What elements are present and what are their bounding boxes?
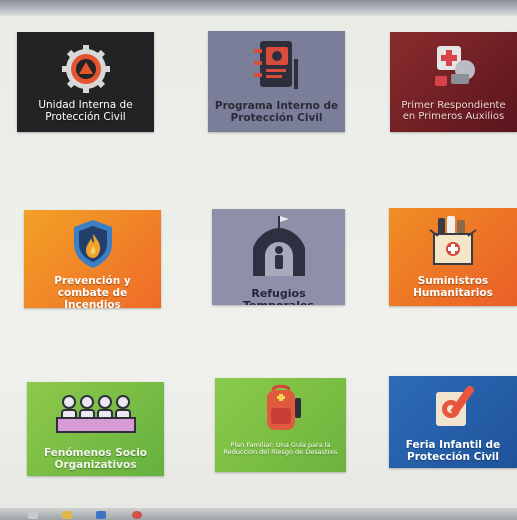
tile-label: Programa Interno de Protección Civil bbox=[214, 100, 339, 124]
tile-feria-infantil[interactable]: Feria Infantil de Protección Civil bbox=[389, 376, 517, 468]
pencil-card-icon bbox=[436, 386, 474, 426]
taskbar-app-icon[interactable] bbox=[96, 511, 106, 519]
crowd-icon bbox=[55, 395, 136, 433]
notebook-icon bbox=[253, 41, 298, 89]
tile-label: Suministros Humanitarios bbox=[413, 275, 493, 299]
taskbar-app-icon[interactable] bbox=[62, 511, 72, 519]
tile-programa-interno[interactable]: Programa Interno de Protección Civil bbox=[208, 31, 345, 132]
tile-fenomenos[interactable]: Fenómenos Socio Organizativos bbox=[27, 382, 164, 476]
tile-suministros[interactable]: Suministros Humanitarios bbox=[389, 208, 517, 306]
os-taskbar bbox=[0, 508, 517, 520]
gear-warning-icon bbox=[61, 45, 110, 93]
tile-primer-respondiente[interactable]: Primer Respondiente en Primeros Auxilios bbox=[390, 32, 517, 132]
tile-refugios-temporales[interactable]: Refugios Temporales bbox=[212, 209, 345, 305]
tile-label: Fenómenos Socio Organizativos bbox=[43, 447, 148, 471]
tile-unidad-interna[interactable]: Unidad Interna de Protección Civil bbox=[17, 32, 154, 132]
tile-plan-familiar[interactable]: Plan Familiar: Una Guía para la Reducció… bbox=[215, 378, 346, 472]
browser-top-bar bbox=[0, 0, 517, 16]
backpack-icon bbox=[266, 384, 301, 430]
tile-label: Feria Infantil de Protección Civil bbox=[405, 439, 501, 463]
tile-prevencion-incendios[interactable]: Prevención y combate de Incendios bbox=[24, 210, 161, 308]
tile-label: Primer Respondiente en Primeros Auxilios bbox=[401, 100, 506, 123]
shelter-icon bbox=[252, 216, 305, 276]
tile-label: Refugios Temporales bbox=[243, 287, 314, 305]
taskbar-app-icon[interactable] bbox=[132, 511, 142, 519]
tile-label: Unidad Interna de Protección Civil bbox=[38, 99, 133, 123]
supplies-box-icon bbox=[429, 216, 477, 265]
taskbar-app-icon[interactable] bbox=[28, 511, 38, 519]
tile-label: Prevención y combate de Incendios bbox=[54, 275, 131, 308]
tile-label: Plan Familiar: Una Guía para la Reducció… bbox=[223, 441, 338, 457]
fire-shield-icon bbox=[73, 220, 112, 268]
first-aid-icon bbox=[434, 46, 475, 86]
